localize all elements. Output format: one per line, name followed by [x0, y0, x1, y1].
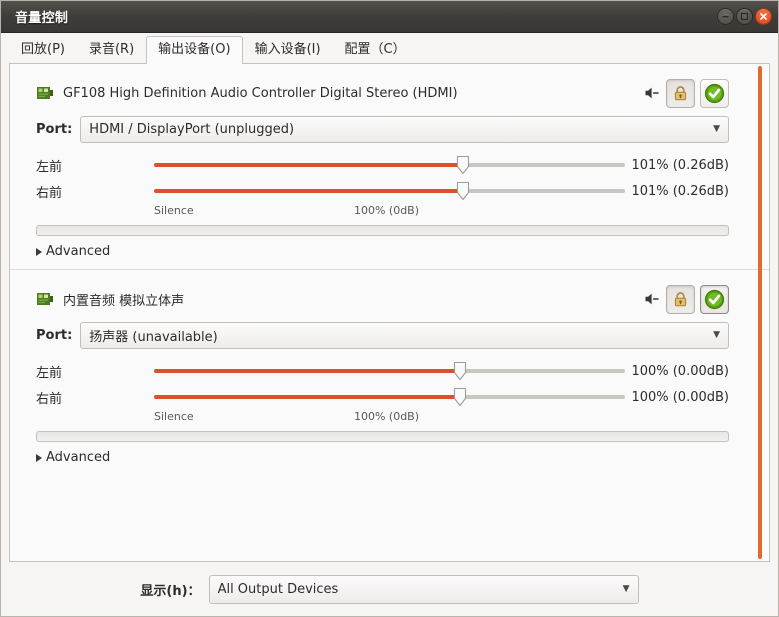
close-button[interactable]	[755, 8, 772, 25]
channel-row: 左前 100% (0.00dB)	[36, 358, 729, 384]
port-label: Port:	[36, 328, 73, 343]
device-actions	[643, 284, 729, 314]
channel-value: 100% (0.00dB)	[631, 363, 729, 379]
device-list: GF108 High Definition Audio Controller D…	[10, 64, 769, 561]
device-name: GF108 High Definition Audio Controller D…	[63, 85, 458, 101]
close-icon	[760, 13, 767, 20]
sound-card-icon	[37, 87, 53, 99]
minimize-icon	[722, 16, 729, 18]
tab-recording[interactable]: 录音(R)	[77, 36, 146, 64]
volume-slider[interactable]	[154, 155, 625, 175]
scrollbar-thumb[interactable]	[758, 66, 762, 559]
window-controls	[717, 8, 772, 25]
device-list-scroll-area: GF108 High Definition Audio Controller D…	[9, 64, 770, 562]
tab-bar: 回放(P) 录音(R) 输出设备(O) 输入设备(I) 配置（C）	[1, 33, 778, 64]
port-value: 扬声器 (unavailable)	[89, 330, 218, 345]
volume-slider[interactable]	[154, 387, 625, 407]
slider-fill	[154, 369, 461, 373]
show-devices-value: All Output Devices	[217, 581, 339, 597]
channel-label: 右前	[36, 185, 63, 201]
speaker-muted-icon[interactable]	[643, 84, 661, 102]
scale-mark-silence: Silence	[154, 204, 194, 217]
port-value: HDMI / DisplayPort (unplugged)	[89, 122, 295, 137]
show-label: 显示(h)：	[140, 583, 201, 599]
bottom-bar: 显示(h)： All Output Devices ▼	[1, 562, 778, 616]
device-card: GF108 High Definition Audio Controller D…	[10, 64, 769, 269]
title-bar: 音量控制	[1, 1, 778, 33]
level-meter	[36, 225, 729, 236]
tab-input-devices[interactable]: 输入设备(I)	[243, 36, 333, 64]
show-devices-select[interactable]: All Output Devices ▼	[208, 574, 639, 604]
scale-mark-base: 100% (0dB)	[353, 410, 420, 423]
sound-card-icon	[37, 293, 53, 305]
scale-mark-base: 100% (0dB)	[353, 204, 420, 217]
chevron-down-icon: ▼	[713, 124, 720, 134]
triangle-right-icon	[36, 247, 42, 256]
tab-playback[interactable]: 回放(P)	[9, 36, 77, 64]
device-card: 内置音频 模拟立体声 Port: 扬声器 (unavailable) ▼ 左前 …	[10, 269, 769, 475]
device-actions	[643, 78, 729, 108]
slider-thumb[interactable]	[456, 181, 469, 201]
channel-value: 101% (0.26dB)	[631, 183, 729, 199]
slider-handle-icon	[454, 361, 467, 381]
volume-scale: Silence 100% (0dB)	[154, 204, 619, 222]
advanced-expander[interactable]: Advanced	[36, 450, 729, 465]
volume-control-window: 音量控制 回放(P) 录音(R) 输出设备(O) 输入设备(I) 配置（C） G…	[0, 0, 779, 617]
maximize-icon	[740, 12, 749, 21]
padlock-icon	[674, 85, 687, 100]
slider-fill	[154, 395, 461, 399]
maximize-button[interactable]	[736, 8, 753, 25]
level-meter	[36, 431, 729, 442]
slider-fill	[154, 163, 463, 167]
port-select[interactable]: 扬声器 (unavailable) ▼	[80, 322, 729, 349]
set-default-device-button[interactable]	[700, 78, 729, 108]
slider-handle-icon	[456, 181, 469, 201]
slider-thumb[interactable]	[454, 387, 467, 407]
advanced-expander[interactable]: Advanced	[36, 244, 729, 259]
tab-configuration[interactable]: 配置（C）	[333, 36, 418, 64]
minimize-button[interactable]	[717, 8, 734, 25]
lock-volume-button[interactable]	[666, 284, 695, 314]
padlock-icon	[674, 291, 687, 306]
volume-slider[interactable]	[154, 181, 625, 201]
vertical-scrollbar[interactable]	[754, 66, 766, 559]
port-row: Port: HDMI / DisplayPort (unplugged) ▼	[36, 116, 729, 143]
slider-handle-icon	[454, 387, 467, 407]
channel-label: 右前	[36, 391, 63, 407]
channel-row: 右前 101% (0.26dB)	[36, 178, 729, 204]
advanced-label: Advanced	[46, 450, 111, 465]
scale-mark-silence: Silence	[154, 410, 194, 423]
device-header: GF108 High Definition Audio Controller D…	[36, 78, 729, 108]
channel-sliders: 左前 101% (0.26dB) 右前 101% (0.26dB)	[36, 152, 729, 204]
channel-sliders: 左前 100% (0.00dB) 右前 100% (0.00dB)	[36, 358, 729, 410]
volume-scale: Silence 100% (0dB)	[154, 410, 619, 428]
chevron-down-icon: ▼	[622, 583, 630, 594]
channel-row: 左前 101% (0.26dB)	[36, 152, 729, 178]
lock-volume-button[interactable]	[666, 78, 695, 108]
green-check-icon	[704, 83, 725, 103]
device-header: 内置音频 模拟立体声	[36, 284, 729, 314]
slider-fill	[154, 189, 463, 193]
green-check-icon	[704, 289, 725, 309]
advanced-label: Advanced	[46, 244, 111, 259]
slider-thumb[interactable]	[456, 155, 469, 175]
set-default-device-button[interactable]	[700, 284, 729, 314]
channel-value: 100% (0.00dB)	[631, 389, 729, 405]
slider-thumb[interactable]	[454, 361, 467, 381]
channel-label: 左前	[36, 365, 63, 381]
triangle-right-icon	[36, 453, 42, 462]
tab-output-devices[interactable]: 输出设备(O)	[146, 36, 243, 64]
slider-handle-icon	[456, 155, 469, 175]
channel-row: 右前 100% (0.00dB)	[36, 384, 729, 410]
window-title: 音量控制	[15, 11, 69, 26]
speaker-muted-icon[interactable]	[643, 290, 661, 308]
port-row: Port: 扬声器 (unavailable) ▼	[36, 322, 729, 349]
port-label: Port:	[36, 122, 73, 137]
channel-label: 左前	[36, 159, 63, 175]
port-select[interactable]: HDMI / DisplayPort (unplugged) ▼	[80, 116, 729, 143]
volume-slider[interactable]	[154, 361, 625, 381]
channel-value: 101% (0.26dB)	[631, 157, 729, 173]
device-name: 内置音频 模拟立体声	[63, 293, 185, 309]
chevron-down-icon: ▼	[713, 330, 720, 340]
